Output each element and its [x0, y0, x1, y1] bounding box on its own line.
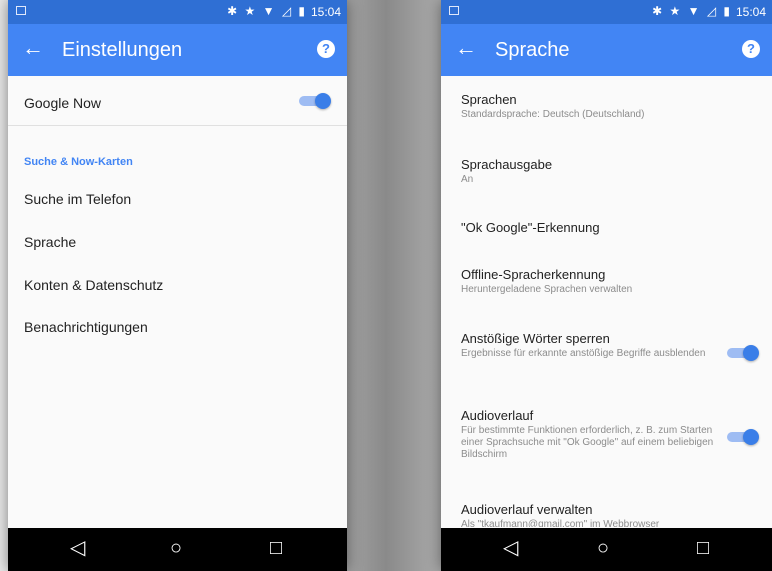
language-screen: ✱ ★ ▼ ◿ ▮ 15:04 ← Sprache ? Sprachen Sta… — [441, 0, 772, 571]
pref-summary: An — [461, 174, 474, 185]
pref-summary: Für bestimmte Funktionen erforderlich, z… — [461, 425, 714, 460]
pref-audioverlauf[interactable]: Audioverlauf Für bestimmte Funktionen er… — [461, 408, 722, 461]
section-header: Suche & Now-Karten — [24, 156, 133, 168]
notification-icon — [449, 6, 459, 15]
status-icons: ✱ ★ ▼ ◿ ▮ — [652, 4, 732, 18]
status-bar: ✱ ★ ▼ ◿ ▮ 15:04 — [441, 0, 772, 24]
back-arrow-icon[interactable]: ← — [22, 37, 44, 59]
pref-title: Anstößige Wörter sperren — [461, 331, 610, 346]
page-title: Einstellungen — [62, 39, 183, 61]
status-icons: ✱ ★ ▼ ◿ ▮ — [227, 4, 307, 18]
menu-item-konten-datenschutz[interactable]: Konten & Datenschutz — [24, 277, 163, 293]
pref-offline-spracherkennung[interactable]: Offline-Spracherkennung Heruntergeladene… — [461, 267, 722, 296]
pref-title: Sprachen — [461, 92, 517, 107]
google-now-toggle[interactable] — [299, 93, 331, 109]
pref-sprachen[interactable]: Sprachen Standardsprache: Deutsch (Deuts… — [461, 92, 722, 121]
toggle-thumb — [743, 345, 759, 361]
nav-recents-icon[interactable]: □ — [270, 536, 282, 560]
nav-home-icon[interactable]: ○ — [597, 536, 609, 560]
nav-back-icon[interactable]: ◁ — [503, 536, 518, 560]
back-arrow-icon[interactable]: ← — [455, 37, 477, 59]
status-time: 15:04 — [310, 5, 341, 19]
navigation-bar: ◁ ○ □ — [441, 528, 772, 571]
pref-summary: Als "tkaufmann@gmail.com" im Webbrowser — [461, 519, 660, 527]
app-bar: ← Sprache ? — [441, 24, 772, 76]
pref-title: Offline-Spracherkennung — [461, 267, 606, 282]
pref-summary: Standardsprache: Deutsch (Deutschland) — [461, 109, 645, 120]
google-now-row[interactable]: Google Now — [8, 76, 347, 126]
anstoessige-woerter-toggle[interactable] — [727, 345, 759, 361]
pref-anstoessige-woerter[interactable]: Anstößige Wörter sperren Ergebnisse für … — [461, 331, 722, 360]
pref-title: Audioverlauf verwalten — [461, 502, 593, 517]
toggle-thumb — [743, 429, 759, 445]
settings-screen: ✱ ★ ▼ ◿ ▮ 15:04 ← Einstellungen ? Google… — [8, 0, 347, 571]
pref-sprachausgabe[interactable]: Sprachausgabe An — [461, 157, 722, 186]
nav-recents-icon[interactable]: □ — [697, 536, 709, 560]
nav-back-icon[interactable]: ◁ — [70, 536, 85, 560]
status-time: 15:04 — [735, 5, 766, 19]
toggle-thumb — [315, 93, 331, 109]
audioverlauf-toggle[interactable] — [727, 429, 759, 445]
help-icon[interactable]: ? — [742, 40, 760, 58]
navigation-bar: ◁ ○ □ — [8, 528, 347, 571]
nav-home-icon[interactable]: ○ — [170, 536, 182, 560]
pref-title: Sprachausgabe — [461, 157, 553, 172]
google-now-label: Google Now — [24, 95, 102, 111]
pref-title: "Ok Google"-Erkennung — [461, 220, 600, 235]
pref-title: Audioverlauf — [461, 408, 534, 423]
menu-item-sprache[interactable]: Sprache — [24, 234, 76, 250]
pref-summary: Ergebnisse für erkannte anstößige Begrif… — [461, 348, 706, 359]
help-icon[interactable]: ? — [317, 40, 335, 58]
app-bar: ← Einstellungen ? — [8, 24, 347, 76]
menu-item-suche-im-telefon[interactable]: Suche im Telefon — [24, 191, 131, 207]
status-bar: ✱ ★ ▼ ◿ ▮ 15:04 — [8, 0, 347, 24]
page-title: Sprache — [495, 39, 570, 61]
menu-item-benachrichtigungen[interactable]: Benachrichtigungen — [24, 319, 148, 335]
pref-audioverlauf-verwalten[interactable]: Audioverlauf verwalten Als "tkaufmann@gm… — [461, 502, 722, 527]
pref-summary: Heruntergeladene Sprachen verwalten — [461, 284, 633, 295]
notification-icon — [16, 6, 26, 15]
pref-ok-google[interactable]: "Ok Google"-Erkennung — [461, 220, 722, 235]
